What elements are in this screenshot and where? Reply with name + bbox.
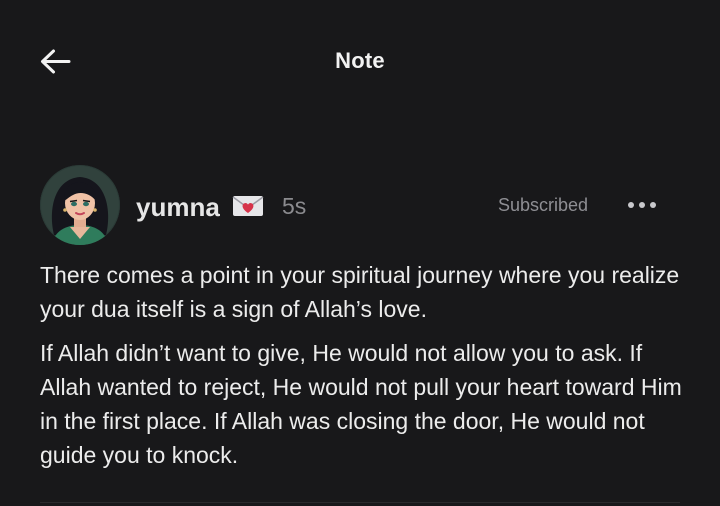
ellipsis-icon	[628, 202, 656, 208]
top-bar: Note	[0, 0, 720, 124]
divider	[40, 502, 680, 503]
note-body: There comes a point in your spiritual jo…	[40, 258, 690, 482]
page-title: Note	[335, 48, 385, 73]
avatar[interactable]	[40, 165, 120, 245]
note-header: yumna 5s Subscribed	[40, 165, 680, 245]
note-paragraph: If Allah didn’t want to give, He would n…	[40, 340, 682, 468]
author-name[interactable]: yumna	[136, 192, 220, 223]
subscription-status[interactable]: Subscribed	[498, 195, 588, 216]
love-letter-icon	[232, 194, 264, 218]
post-timestamp: 5s	[282, 193, 307, 219]
note-paragraph: There comes a point in your spiritual jo…	[40, 262, 680, 322]
more-options-button[interactable]	[624, 193, 664, 217]
avatar-illustration	[40, 165, 120, 245]
